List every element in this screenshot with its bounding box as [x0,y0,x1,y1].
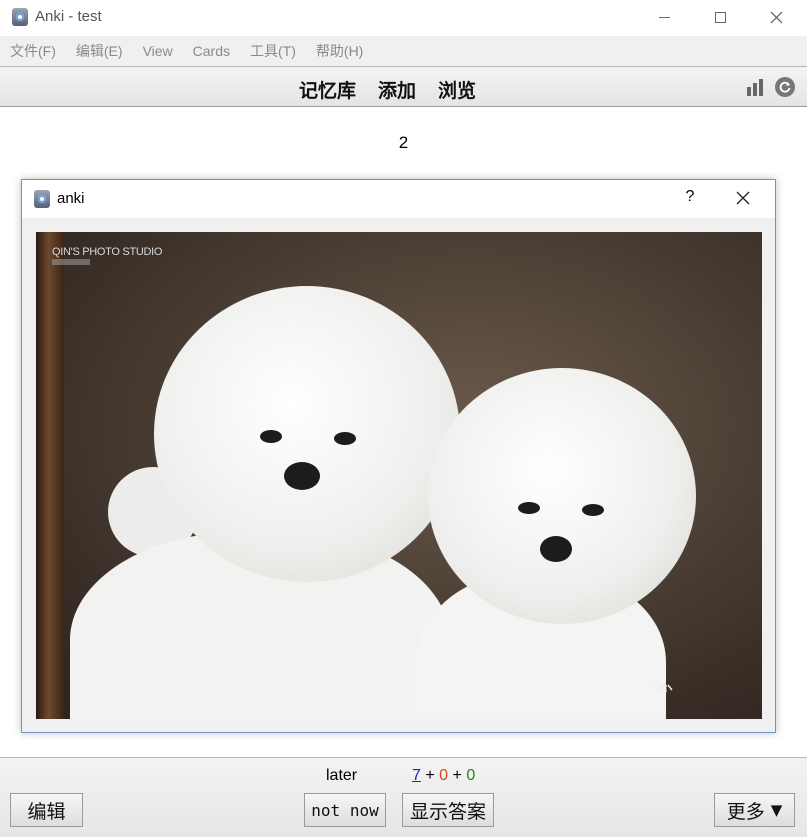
dialog-title: anki [57,190,85,207]
minimize-button[interactable] [641,0,687,34]
learning-count: 0 [439,767,449,784]
show-answer-button[interactable]: 显示答案 [402,793,494,827]
menu-file[interactable]: 文件(F) [10,41,56,61]
menu-cards[interactable]: Cards [193,43,230,59]
menu-view[interactable]: View [143,43,173,59]
dog-photo: QIN'S PHOTO STUDIO [36,232,762,719]
maximize-icon [714,11,726,23]
edit-button[interactable]: 编辑 [10,793,83,827]
close-button[interactable] [753,0,799,34]
menu-tools[interactable]: 工具(T) [250,41,296,61]
anki-app-icon [12,8,28,26]
due-counts: 7 + 0 + 0 [412,767,476,784]
menu-bar: 文件(F) 编辑(E) View Cards 工具(T) 帮助(H) [0,36,807,66]
signature-mark [653,680,673,693]
anki-app-icon [34,190,50,208]
dialog-close-button[interactable] [736,191,750,205]
more-button[interactable]: 更多 ▼ [714,793,795,827]
photo-watermark: QIN'S PHOTO STUDIO [52,246,163,258]
main-titlebar: Anki - test [0,0,807,36]
dropdown-arrow-icon: ▼ [770,801,783,819]
image-dialog: anki ? QIN'S PHOTO STUDIO [21,179,776,733]
maximize-button[interactable] [697,0,743,34]
stats-icon[interactable] [747,79,766,96]
dog-head-left [154,286,460,582]
card-content-text: 2 [398,133,409,152]
minimize-icon [658,16,670,18]
not-now-button[interactable]: not now [304,793,386,827]
browse-link[interactable]: 浏览 [438,76,476,103]
top-toolbar: 记忆库 添加 浏览 [0,66,807,107]
more-label: 更多 [726,800,765,823]
later-label: later [326,767,358,784]
bottom-bar: later 7 + 0 + 0 编辑 not now 显示答案 更多 ▼ [0,757,807,837]
review-count: 0 [466,767,476,784]
close-icon [770,11,782,23]
dialog-titlebar: anki ? [22,180,775,218]
window-title: Anki - test [35,8,102,25]
add-link[interactable]: 添加 [378,76,416,103]
menu-edit[interactable]: 编辑(E) [76,41,123,61]
dog-head-right [428,368,696,624]
help-button[interactable]: ? [682,188,698,206]
menu-help[interactable]: 帮助(H) [316,41,363,61]
toolbar-links: 记忆库 添加 浏览 [299,76,476,103]
decks-link[interactable]: 记忆库 [299,76,356,103]
sync-icon[interactable] [775,77,795,97]
new-count: 7 [412,767,421,784]
